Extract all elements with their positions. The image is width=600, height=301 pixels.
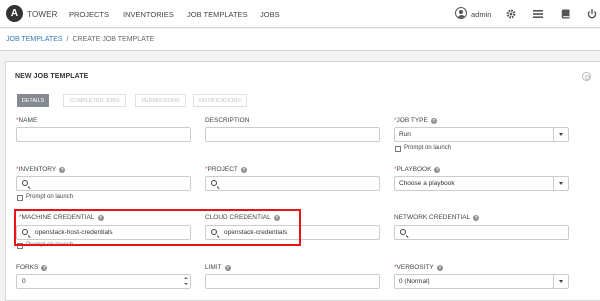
panel-title: NEW JOB TEMPLATE [15,73,89,80]
help-icon[interactable]: ? [240,167,247,173]
credentials-highlight-box [14,209,301,246]
user-name[interactable]: admin [471,10,491,19]
help-icon[interactable]: ? [434,167,441,173]
verbosity-select[interactable]: 0 (Normal) [394,274,569,289]
help-icon[interactable]: ? [224,265,231,271]
job-type-prompt-label: Prompt on launch [404,145,452,151]
limit-input[interactable] [205,274,380,289]
close-icon[interactable] [582,72,591,81]
brand-name[interactable]: TOWER [27,10,58,19]
inventory-lookup[interactable] [16,176,191,191]
forks-input[interactable]: 0 [16,274,191,289]
chevron-down-icon [553,275,568,288]
verbosity-label: *VERBOSITY? [394,264,443,271]
inventory-prompt-label: Prompt on launch [26,194,74,200]
book-icon[interactable] [560,8,572,20]
nav-jobs[interactable]: JOBS [260,10,280,19]
name-input[interactable] [16,127,191,142]
description-input[interactable] [205,127,380,142]
tab-completed-jobs[interactable]: COMPLETED JOBS [63,94,126,107]
project-lookup[interactable] [205,176,380,191]
chevron-down-icon [553,177,568,190]
tab-notifications[interactable]: NOTIFICATIONS [193,94,247,107]
nav-projects[interactable]: PROJECTS [69,10,109,19]
stepper-arrows-icon[interactable] [182,275,190,288]
power-icon[interactable] [586,8,598,20]
inventory-label: *INVENTORY? [16,166,66,173]
playbook-select[interactable]: Choose a playbook [394,176,569,191]
breadcrumb-job-templates[interactable]: JOB TEMPLATES [6,36,63,43]
description-label: DESCRIPTION [205,117,250,124]
help-icon[interactable]: ? [59,167,66,173]
help-icon[interactable]: ? [436,265,443,271]
search-icon[interactable] [211,180,217,186]
network-credential-label: NETWORK CREDENTIAL? [394,214,480,221]
project-label: *PROJECT? [205,166,247,173]
chevron-down-icon [553,128,568,141]
job-type-select[interactable]: Run [394,127,569,142]
network-credential-lookup[interactable] [394,225,569,240]
help-icon[interactable]: ? [430,118,437,124]
playbook-label: *PLAYBOOK? [394,166,441,173]
help-icon[interactable]: ? [41,265,48,271]
forks-label: FORKS? [16,264,48,271]
search-icon[interactable] [22,180,28,186]
breadcrumb-current: CREATE JOB TEMPLATE [72,36,155,43]
breadcrumb-separator: / [66,36,69,43]
ansible-logo-icon[interactable]: A [6,5,23,22]
help-icon[interactable]: ? [473,215,480,221]
limit-label: LIMIT? [205,264,231,271]
nav-inventories[interactable]: INVENTORIES [123,10,174,19]
breadcrumb: JOB TEMPLATES / CREATE JOB TEMPLATE [0,29,600,51]
nav-job-templates[interactable]: JOB TEMPLATES [187,10,248,19]
tab-details[interactable]: DETAILS [17,94,49,107]
search-icon[interactable] [400,229,406,235]
inventory-prompt-checkbox[interactable] [17,195,23,201]
list-icon[interactable] [532,8,544,20]
name-label: *NAME [16,117,38,124]
job-type-label: *JOB TYPE? [394,117,437,124]
top-navbar: A TOWER PROJECTS INVENTORIES JOB TEMPLAT… [0,0,600,28]
job-type-prompt-checkbox[interactable] [395,146,401,152]
tab-permissions[interactable]: PERMISSIONS [135,94,186,107]
user-circle-icon[interactable] [455,7,467,19]
gear-icon[interactable] [505,8,517,20]
